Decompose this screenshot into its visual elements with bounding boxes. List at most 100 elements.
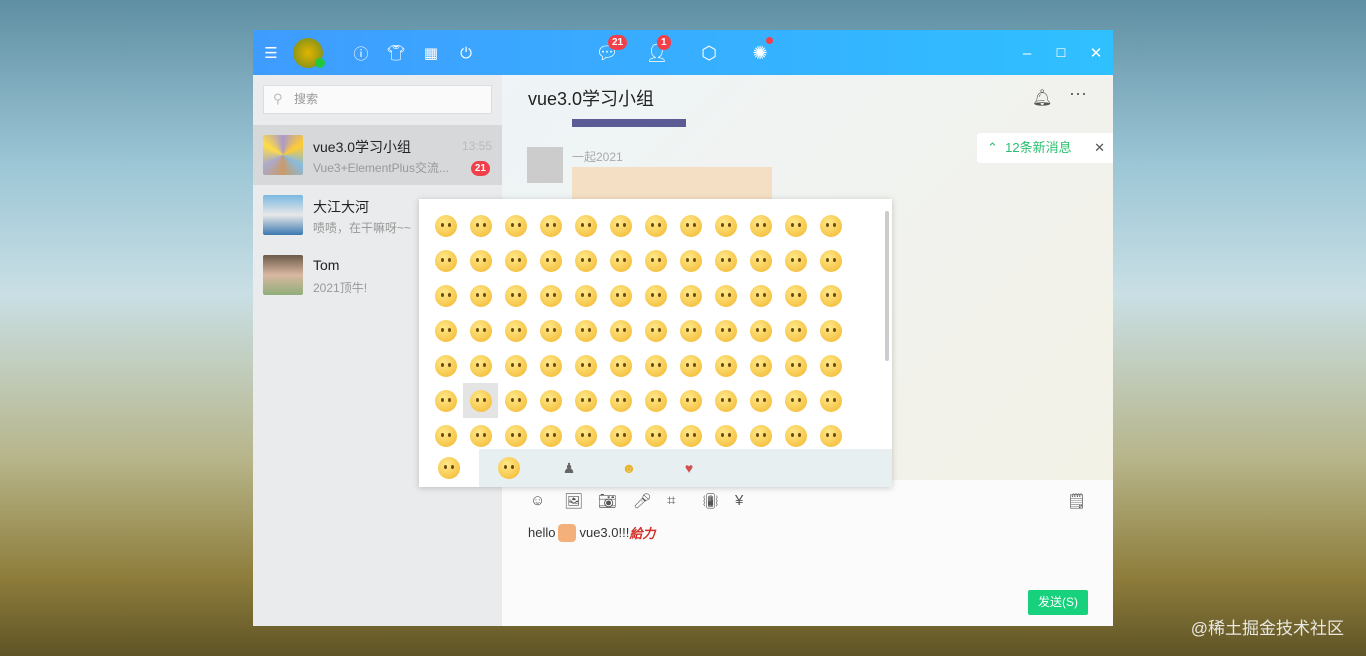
emoji-item[interactable] [498,383,533,418]
emoji-item[interactable] [603,348,638,383]
emoji-item[interactable] [603,243,638,278]
send-button[interactable]: 发送(S) [1028,590,1088,615]
emoji-item[interactable] [498,313,533,348]
emoji-item[interactable] [708,278,743,313]
chat-history-icon[interactable]: 🗒︎ [1067,492,1086,510]
emoji-item[interactable] [428,208,463,243]
info-icon[interactable]: ⓘ [351,43,371,63]
crop-icon[interactable]: ⌗ [667,492,675,509]
emoji-item[interactable] [743,243,778,278]
emoji-item[interactable] [533,208,568,243]
emoji-item[interactable] [428,348,463,383]
emoji-item[interactable] [813,418,848,449]
emoji-item[interactable] [638,208,673,243]
emoji-item[interactable] [498,208,533,243]
image-icon[interactable]: 🖼︎ [564,492,583,510]
emoji-item[interactable] [568,243,603,278]
emoji-item[interactable] [743,418,778,449]
emoji-item[interactable] [533,348,568,383]
emoji-item[interactable] [533,278,568,313]
emoji-item[interactable] [673,278,708,313]
emoji-icon[interactable]: ☺ [530,492,545,509]
emoji-item[interactable] [428,383,463,418]
apps-icon[interactable]: ▦ [421,43,441,63]
tab-default-emoji[interactable] [419,449,479,487]
emoji-item[interactable] [813,383,848,418]
emoji-item[interactable] [463,243,498,278]
emoji-item[interactable] [463,348,498,383]
emoji-item[interactable] [603,313,638,348]
maximize-icon[interactable]: ☐ [1051,43,1071,63]
emoji-item[interactable] [568,348,603,383]
emoji-item[interactable] [568,278,603,313]
emoji-item[interactable] [603,418,638,449]
tab-big-emoji[interactable] [479,449,539,487]
emoji-item[interactable] [673,383,708,418]
user-avatar[interactable] [293,38,325,68]
emoji-item[interactable] [708,208,743,243]
emoji-item[interactable] [708,348,743,383]
camera-icon[interactable]: 📷︎ [598,492,617,510]
new-messages-banner[interactable]: ⌃ 12条新消息 ✕ [977,133,1113,163]
emoji-item[interactable] [743,208,778,243]
emoji-item[interactable] [533,243,568,278]
emoji-item[interactable] [603,278,638,313]
emoji-item[interactable] [813,208,848,243]
emoji-item[interactable] [673,208,708,243]
emoji-item[interactable] [813,243,848,278]
emoji-item[interactable] [463,313,498,348]
emoji-item[interactable] [533,383,568,418]
skin-icon[interactable]: 👕︎ [386,43,406,63]
emoji-item[interactable] [813,313,848,348]
red-packet-icon[interactable]: ¥ [735,492,743,509]
emoji-item[interactable] [778,418,813,449]
emoji-item[interactable] [638,348,673,383]
emoji-item[interactable] [498,348,533,383]
emoji-item[interactable] [743,348,778,383]
emoji-item[interactable] [463,383,498,418]
emoji-item[interactable] [778,348,813,383]
close-icon[interactable]: ✕ [1086,43,1106,63]
emoji-item[interactable] [533,418,568,449]
emoji-item[interactable] [813,348,848,383]
emoji-item[interactable] [568,383,603,418]
sender-avatar[interactable] [527,147,563,183]
emoji-item[interactable] [708,313,743,348]
tab-sticker-2[interactable]: ☻ [599,449,659,487]
emoji-item[interactable] [673,418,708,449]
emoji-item[interactable] [638,313,673,348]
minimize-icon[interactable]: – [1017,43,1037,63]
emoji-item[interactable] [533,313,568,348]
emoji-item[interactable] [743,278,778,313]
emoji-item[interactable] [673,243,708,278]
emoji-item[interactable] [673,313,708,348]
menu-icon[interactable]: ☰ [261,43,281,63]
emoji-item[interactable] [498,243,533,278]
shake-icon[interactable]: 📳︎ [701,492,720,510]
emoji-item[interactable] [778,208,813,243]
emoji-item[interactable] [498,418,533,449]
emoji-item[interactable] [463,418,498,449]
emoji-item[interactable] [778,243,813,278]
emoji-item[interactable] [428,313,463,348]
bell-icon[interactable]: 🔔︎ [1032,88,1052,108]
emoji-item[interactable] [603,383,638,418]
dismiss-icon[interactable]: ✕ [1094,133,1105,163]
emoji-item[interactable] [638,243,673,278]
image-message[interactable] [572,119,686,127]
cube-icon[interactable]: ⬡ [697,41,721,65]
emoji-item[interactable] [603,208,638,243]
emoji-item[interactable] [778,278,813,313]
emoji-item[interactable] [813,278,848,313]
power-icon[interactable]: ⏻ [456,43,476,63]
emoji-item[interactable] [428,278,463,313]
search-input[interactable]: 搜索 [263,85,492,114]
emoji-item[interactable] [638,418,673,449]
conversation-item[interactable]: vue3.0学习小组 Vue3+ElementPlus交流... 13:55 2… [253,125,502,185]
emoji-item[interactable] [743,313,778,348]
emoji-item[interactable] [568,313,603,348]
tab-sticker-3[interactable]: ♥ [659,449,719,487]
emoji-item[interactable] [463,278,498,313]
emoji-item[interactable] [638,383,673,418]
emoji-item[interactable] [463,208,498,243]
